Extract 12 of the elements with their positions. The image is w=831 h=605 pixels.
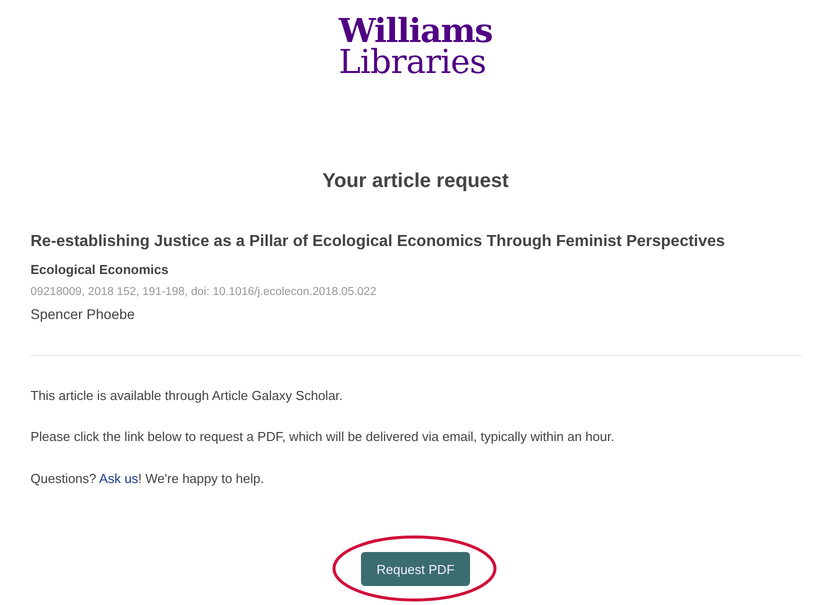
body-text: This article is available through Article Galaxy Scholar. xyxy=(30,386,344,405)
citation-text: 09218009, 2018 152, 191-198, doi: 10.1016/j.ecolecon.2018.05.022 xyxy=(30,284,378,300)
request-pdf-button[interactable]: Request PDF xyxy=(361,552,470,586)
ask-us-link[interactable]: Ask us xyxy=(99,470,138,486)
logo-wordmark-top: Williams xyxy=(338,14,492,47)
body-text: Please click the link below to request a PDF, which will be delivered via email, typically within an hour. xyxy=(30,428,616,446)
questions-text: Questions? Ask us! We're happy to help. xyxy=(30,470,265,488)
page-heading: Your article request xyxy=(322,169,509,194)
journal-name: Ecological Economics xyxy=(30,261,170,279)
article-title: Re-establishing Justice as a Pillar of Ecological Economics Through Feminist Perspectives xyxy=(30,232,726,252)
logo-wordmark-bottom: Libraries xyxy=(338,45,486,78)
author-name: Spencer Phoebe xyxy=(30,304,136,324)
